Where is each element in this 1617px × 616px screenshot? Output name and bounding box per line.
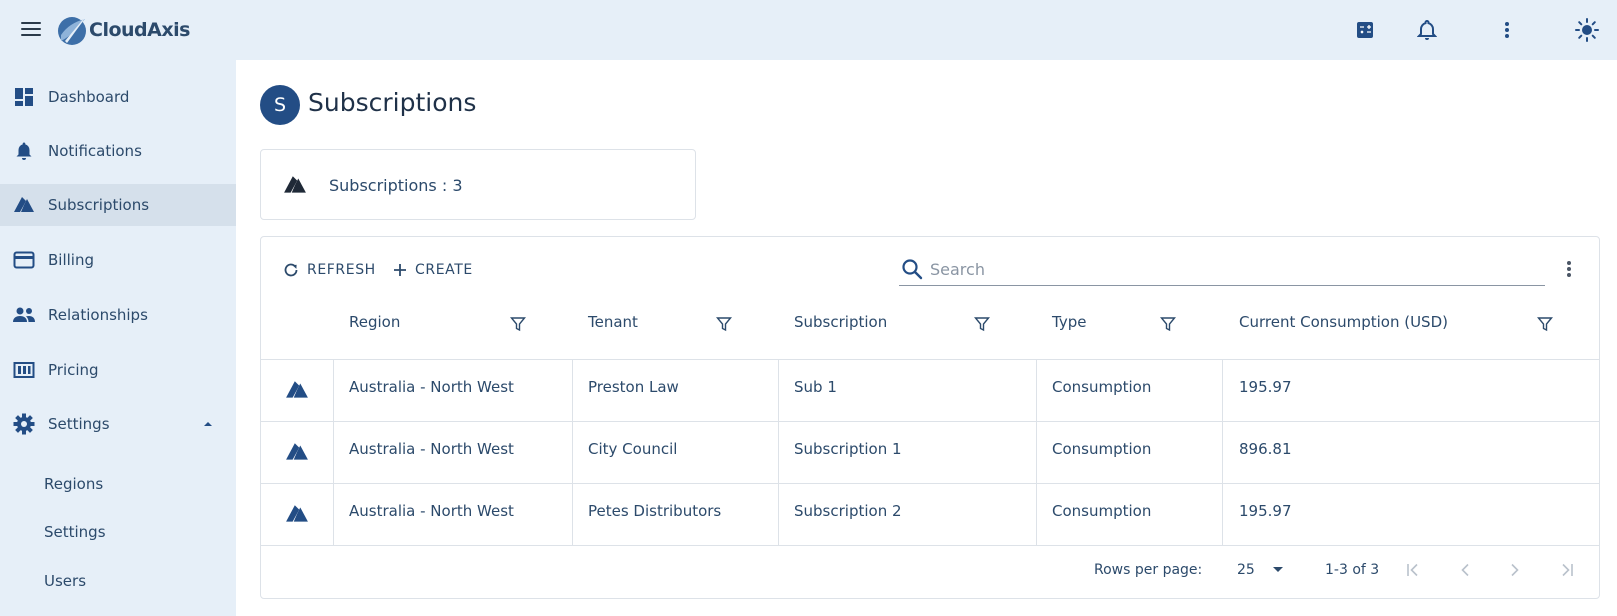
subscriptions-table-card: REFRESH CREATE Region Tenant Subscriptio… <box>260 236 1600 599</box>
azure-icon <box>286 443 308 460</box>
sidebar-subitem-regions[interactable]: Regions <box>0 464 236 504</box>
create-label: CREATE <box>415 262 473 278</box>
cell-subscription: Subscription 1 <box>794 440 902 458</box>
column-header-subscription[interactable]: Subscription <box>794 313 887 331</box>
rows-per-page-select[interactable]: 25 <box>1237 554 1293 584</box>
dashboard-icon <box>12 85 36 109</box>
cell-subscription: Subscription 2 <box>794 502 902 520</box>
cell-subscription: Sub 1 <box>794 378 837 396</box>
filter-icon[interactable] <box>974 316 990 332</box>
filter-icon[interactable] <box>510 316 526 332</box>
subscriptions-count-card: Subscriptions : 3 <box>260 149 696 220</box>
cell-type: Consumption <box>1052 440 1152 458</box>
sidebar-item-dashboard[interactable]: Dashboard <box>0 76 236 118</box>
prev-page-icon[interactable] <box>1452 557 1478 583</box>
sidebar-subitem-settings[interactable]: Settings <box>0 512 236 552</box>
sidebar-subitem-label: Regions <box>44 475 104 493</box>
refresh-button[interactable]: REFRESH <box>283 255 376 285</box>
search-field <box>899 252 1545 286</box>
gear-icon <box>12 412 36 436</box>
divider <box>261 545 1599 546</box>
cell-tenant: Petes Distributors <box>588 502 722 520</box>
sidebar-item-label: Notifications <box>48 142 142 160</box>
sidebar-item-subscriptions[interactable]: Subscriptions <box>0 184 236 226</box>
people-icon <box>12 303 36 327</box>
sidebar-item-relationships[interactable]: Relationships <box>0 294 236 336</box>
caret-down-icon <box>1273 567 1283 572</box>
sidebar-item-label: Relationships <box>48 306 148 324</box>
sidebar-item-label: Pricing <box>48 361 99 379</box>
credit-card-icon <box>12 248 36 272</box>
refresh-label: REFRESH <box>307 262 376 278</box>
table-row[interactable]: Australia - North West Petes Distributor… <box>261 483 1599 545</box>
filter-icon[interactable] <box>1537 316 1553 332</box>
table-row[interactable]: Australia - North West Preston Law Sub 1… <box>261 359 1599 421</box>
column-header-type[interactable]: Type <box>1052 313 1086 331</box>
filter-icon[interactable] <box>1160 316 1176 332</box>
brand-name: CloudAxis <box>89 19 190 41</box>
azure-icon <box>12 193 36 217</box>
table-more-vert-icon[interactable] <box>1557 257 1581 281</box>
sidebar-item-label: Subscriptions <box>48 196 150 214</box>
plus-icon <box>394 264 406 276</box>
sun-icon[interactable] <box>1574 17 1600 43</box>
last-page-icon[interactable] <box>1553 557 1579 583</box>
cell-region: Australia - North West <box>349 440 514 458</box>
sidebar-item-label: Settings <box>48 415 110 433</box>
table-row[interactable]: Australia - North West City Council Subs… <box>261 421 1599 483</box>
sidebar-item-settings[interactable]: Settings <box>0 403 236 445</box>
chevron-up-icon[interactable] <box>203 419 213 429</box>
pagination-range: 1-3 of 3 <box>1325 562 1380 578</box>
cell-region: Australia - North West <box>349 378 514 396</box>
cell-consumption: 195.97 <box>1239 378 1292 396</box>
rows-per-page-label: Rows per page: <box>1094 562 1203 578</box>
sidebar-item-billing[interactable]: Billing <box>0 239 236 281</box>
sidebar-item-notifications[interactable]: Notifications <box>0 130 236 172</box>
more-vert-icon[interactable] <box>1494 17 1520 43</box>
sidebar-subitem-label: Users <box>44 572 87 590</box>
sidebar-subitem-users[interactable]: Users <box>0 561 236 601</box>
azure-icon <box>286 505 308 522</box>
cell-consumption: 896.81 <box>1239 440 1292 458</box>
create-button[interactable]: CREATE <box>393 255 473 285</box>
cell-consumption: 195.97 <box>1239 502 1292 520</box>
cell-tenant: Preston Law <box>588 378 679 396</box>
refresh-icon <box>284 263 298 277</box>
filter-icon[interactable] <box>716 316 732 332</box>
sidebar: Dashboard Notifications Subscriptions Bi… <box>0 60 236 616</box>
sidebar-item-pricing[interactable]: Pricing <box>0 349 236 391</box>
sidebar-subitem-label: Settings <box>44 523 106 541</box>
cell-region: Australia - North West <box>349 502 514 520</box>
bell-icon[interactable] <box>1414 17 1440 43</box>
cell-type: Consumption <box>1052 378 1152 396</box>
cell-tenant: City Council <box>588 440 678 458</box>
azure-icon <box>284 176 306 193</box>
column-header-tenant[interactable]: Tenant <box>588 313 638 331</box>
bell-icon <box>12 139 36 163</box>
first-page-icon[interactable] <box>1401 557 1427 583</box>
search-icon <box>902 259 923 280</box>
azure-icon <box>286 381 308 398</box>
page-avatar: S <box>260 85 300 125</box>
calculator-icon[interactable] <box>1352 17 1378 43</box>
cell-type: Consumption <box>1052 502 1152 520</box>
rows-per-page-value: 25 <box>1237 562 1255 578</box>
sidebar-item-label: Billing <box>48 251 94 269</box>
sidebar-item-label: Dashboard <box>48 88 130 106</box>
next-page-icon[interactable] <box>1502 557 1528 583</box>
subscriptions-count: Subscriptions : 3 <box>329 176 463 195</box>
pricing-icon <box>12 358 36 382</box>
menu-icon[interactable] <box>20 19 42 41</box>
cloudaxis-logo <box>58 17 86 45</box>
column-header-consumption[interactable]: Current Consumption (USD) <box>1239 313 1448 331</box>
search-input[interactable] <box>930 256 1530 282</box>
column-header-region[interactable]: Region <box>349 313 400 331</box>
page-title: Subscriptions <box>308 88 477 117</box>
top-app-bar: CloudAxis <box>0 0 1617 60</box>
